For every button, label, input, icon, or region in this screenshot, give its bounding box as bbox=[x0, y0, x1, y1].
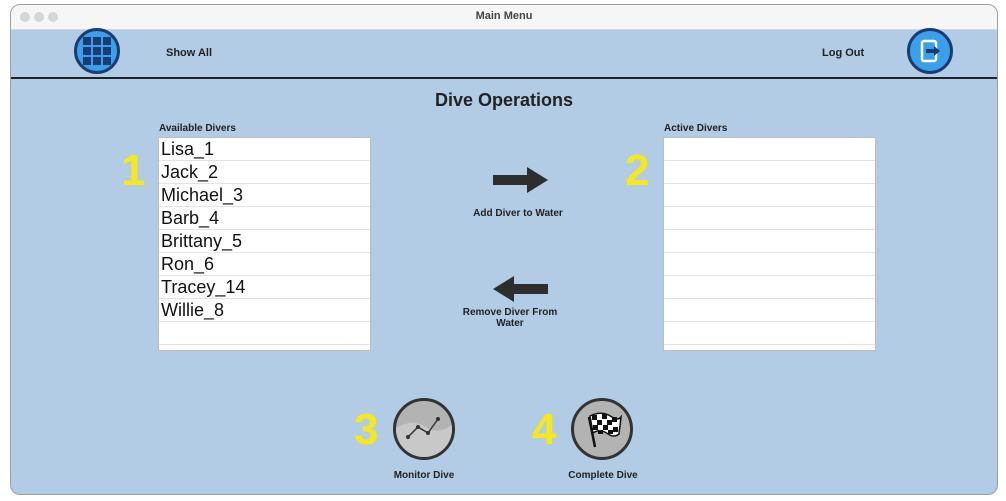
empty-list-row[interactable] bbox=[159, 345, 370, 350]
step-number-4: 4 bbox=[532, 405, 557, 454]
monitor-dive-label: Monitor Dive bbox=[393, 470, 455, 481]
add-diver-button[interactable] bbox=[493, 167, 548, 198]
chart-icon bbox=[396, 417, 452, 457]
diver-list-item[interactable]: Lisa_1 bbox=[159, 138, 370, 161]
window-title: Main Menu bbox=[475, 10, 533, 22]
logout-button[interactable] bbox=[907, 28, 953, 74]
remove-diver-label: Remove Diver From Water bbox=[462, 307, 558, 329]
empty-list-row[interactable] bbox=[664, 161, 875, 184]
header-divider bbox=[11, 77, 997, 79]
available-divers-list[interactable]: Lisa_1 Jack_2 Michael_3 Barb_4 Brittany_5 Ron… bbox=[158, 137, 371, 351]
empty-list-row[interactable] bbox=[664, 345, 875, 350]
diver-list-item[interactable]: Barb_4 bbox=[159, 207, 370, 230]
step-number-2: 2 bbox=[625, 146, 650, 195]
step-number-3: 3 bbox=[354, 405, 379, 454]
diver-list-item[interactable]: Tracey_14 bbox=[159, 276, 370, 299]
diver-list-item[interactable]: Michael_3 bbox=[159, 184, 370, 207]
empty-list-row[interactable] bbox=[664, 184, 875, 207]
empty-list-row[interactable] bbox=[664, 207, 875, 230]
logout-label[interactable]: Log Out bbox=[822, 47, 864, 59]
remove-diver-button[interactable] bbox=[493, 276, 548, 307]
app-window: Main Menu Show All Log Out Dive Operatio… bbox=[10, 4, 998, 495]
show-all-label[interactable]: Show All bbox=[166, 47, 212, 59]
diver-list-item[interactable]: Brittany_5 bbox=[159, 230, 370, 253]
active-divers-label: Active Divers bbox=[664, 123, 728, 134]
diver-list-item[interactable]: Willie_8 bbox=[159, 299, 370, 322]
empty-list-row[interactable] bbox=[159, 322, 370, 345]
arrow-left-icon bbox=[493, 276, 548, 302]
empty-list-row[interactable] bbox=[664, 299, 875, 322]
checkered-flag-icon bbox=[587, 412, 623, 448]
diver-list-item[interactable]: Ron_6 bbox=[159, 253, 370, 276]
empty-list-row[interactable] bbox=[664, 253, 875, 276]
grid-icon bbox=[83, 37, 111, 65]
complete-dive-button[interactable] bbox=[571, 398, 633, 460]
monitor-dive-button[interactable] bbox=[393, 398, 455, 460]
empty-list-row[interactable] bbox=[664, 230, 875, 253]
empty-list-row[interactable] bbox=[664, 276, 875, 299]
diver-list-item[interactable]: Jack_2 bbox=[159, 161, 370, 184]
title-bar: Main Menu bbox=[11, 5, 997, 30]
available-divers-label: Available Divers bbox=[159, 123, 236, 134]
empty-list-row[interactable] bbox=[664, 138, 875, 161]
active-divers-list[interactable] bbox=[663, 137, 876, 351]
arrow-right-icon bbox=[493, 167, 548, 193]
empty-list-row[interactable] bbox=[664, 322, 875, 345]
complete-dive-label: Complete Dive bbox=[568, 470, 638, 481]
add-diver-label: Add Diver to Water bbox=[473, 208, 563, 219]
show-all-button[interactable] bbox=[74, 28, 120, 74]
page-title: Dive Operations bbox=[434, 90, 574, 110]
logout-icon bbox=[920, 39, 940, 63]
step-number-1: 1 bbox=[121, 146, 146, 195]
